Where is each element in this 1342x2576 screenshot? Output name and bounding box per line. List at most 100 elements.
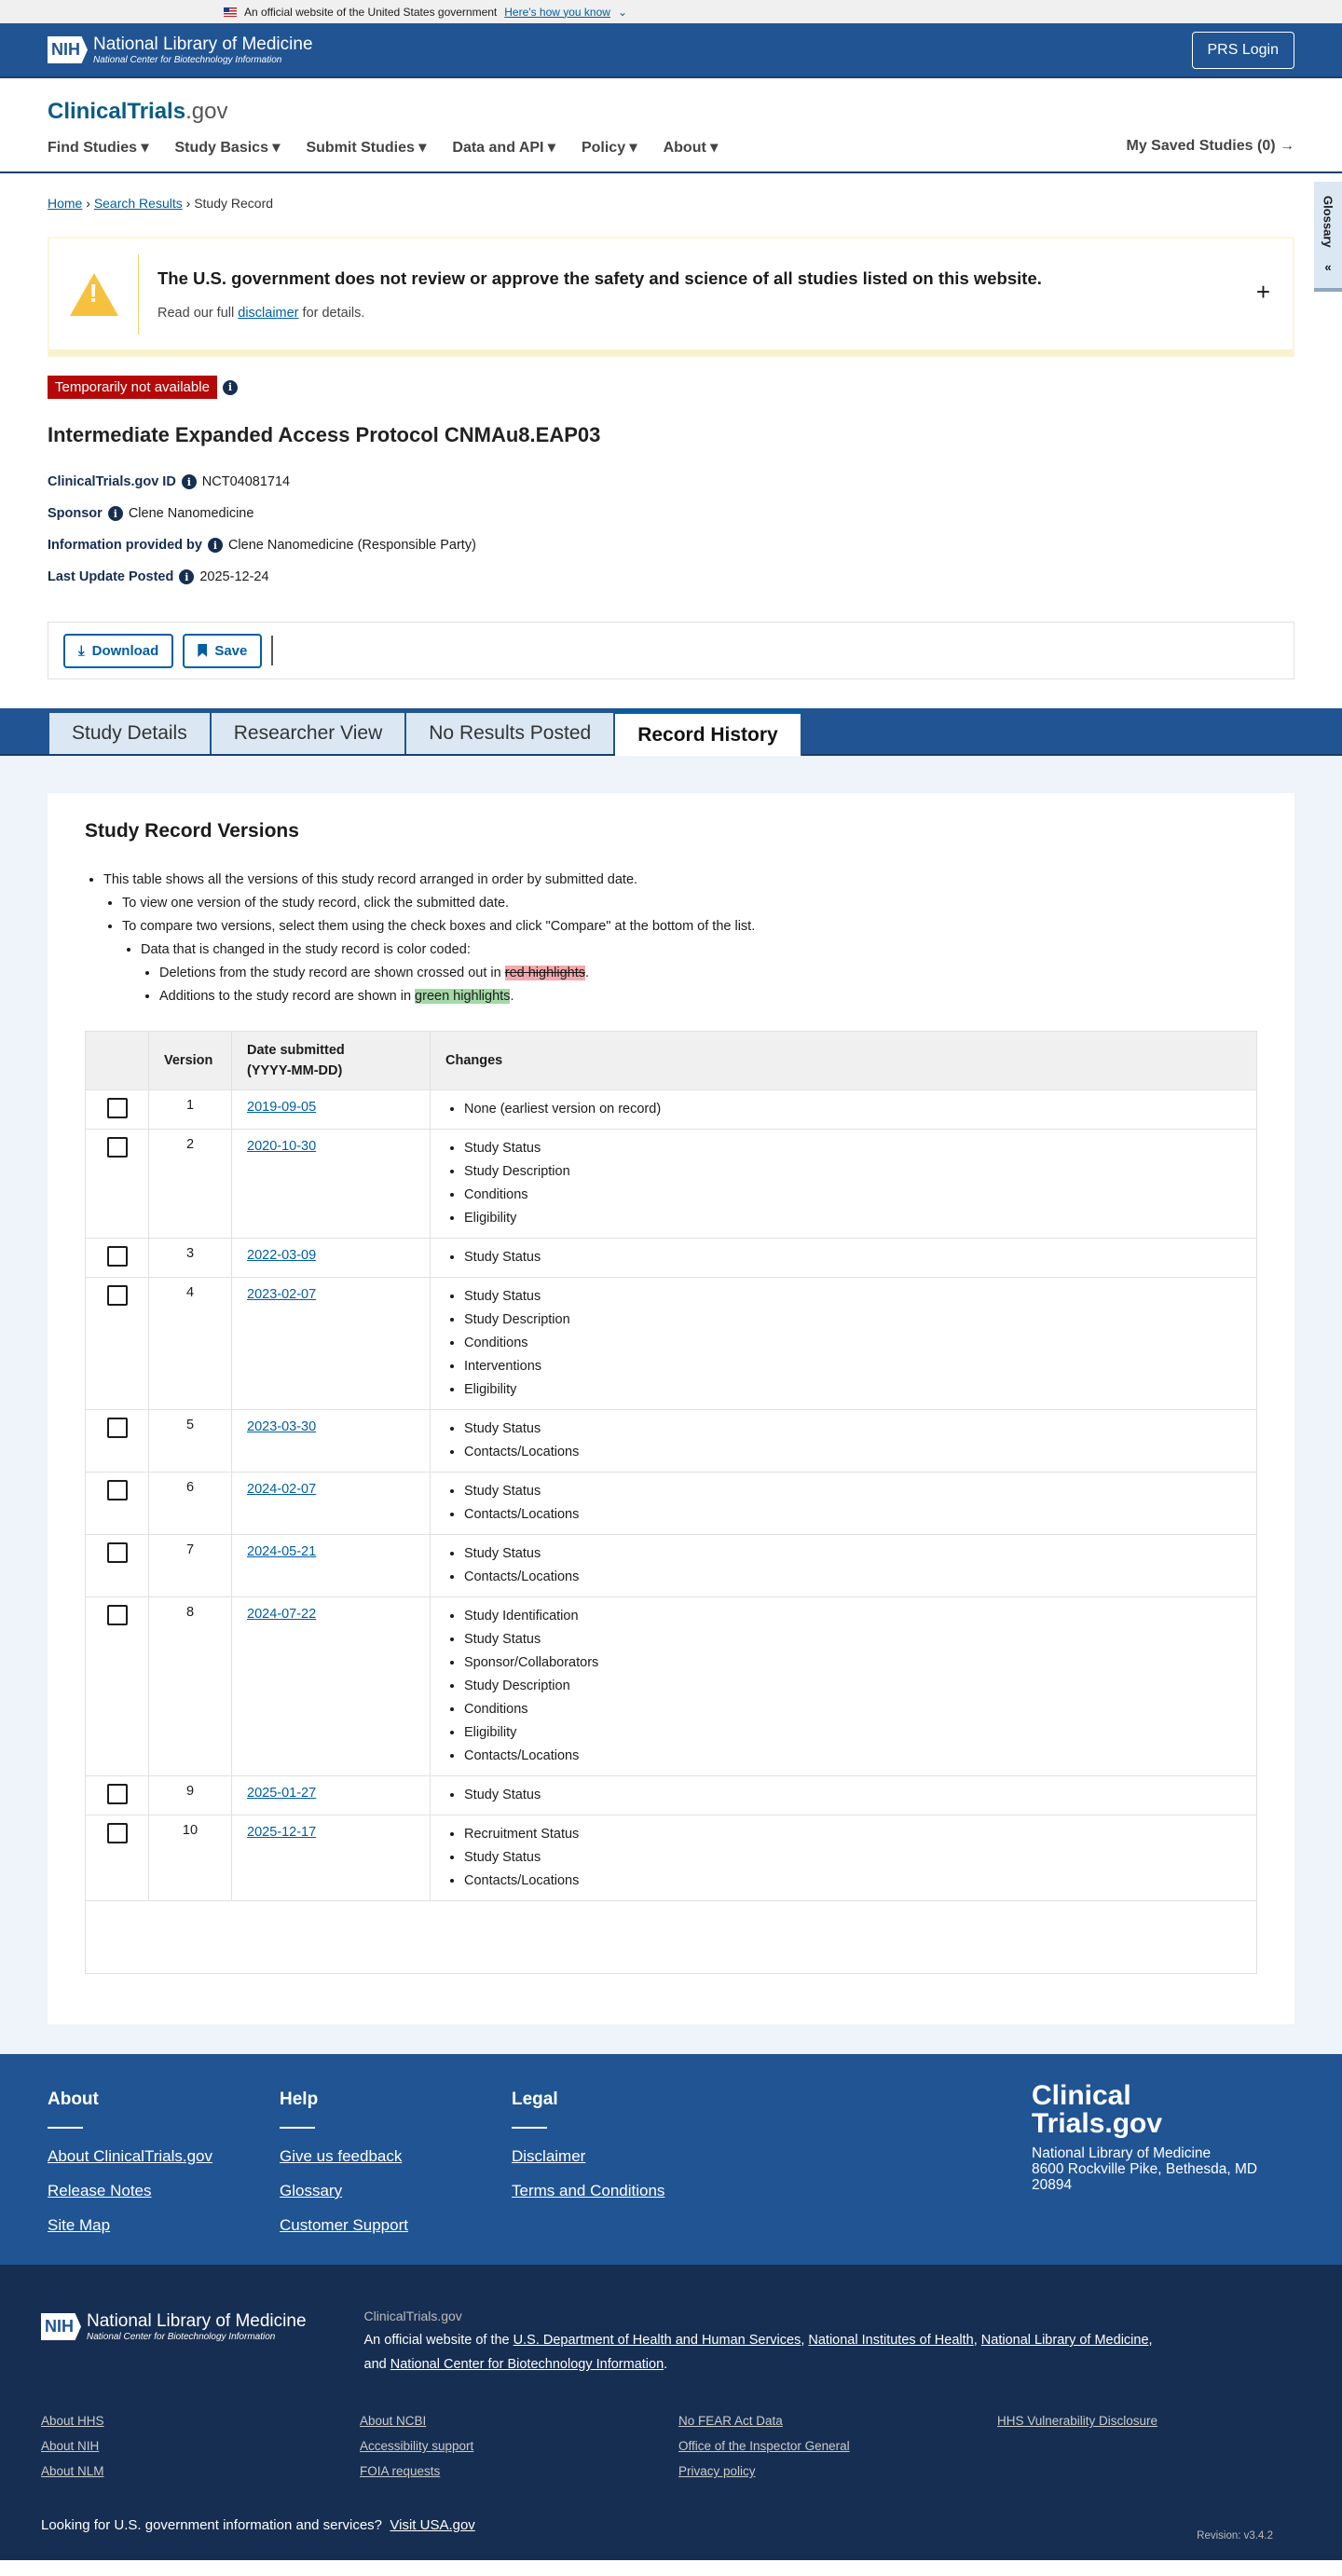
version-checkbox[interactable] xyxy=(106,1542,128,1563)
footer-link[interactable]: About NIH xyxy=(41,2439,360,2453)
footer-link[interactable]: Site Map xyxy=(48,2216,280,2235)
version-date-link[interactable]: 2022-03-09 xyxy=(247,1248,316,1263)
footer-link[interactable]: FOIA requests xyxy=(360,2464,678,2478)
usa-gov-link[interactable]: Visit USA.gov xyxy=(390,2517,474,2533)
version-checkbox[interactable] xyxy=(106,1480,128,1500)
gov-banner-text: An official website of the United States… xyxy=(244,5,498,19)
nlm-link[interactable]: National Library of Medicine xyxy=(981,2333,1149,2348)
version-date-link[interactable]: 2024-02-07 xyxy=(247,1482,316,1497)
nav-policy[interactable]: Policy ▾ xyxy=(582,138,637,157)
tab-record-history[interactable]: Record History xyxy=(615,709,802,756)
hhs-link[interactable]: U.S. Department of Health and Human Serv… xyxy=(514,2333,801,2348)
footer-link[interactable]: About NLM xyxy=(41,2464,360,2478)
footer-link[interactable]: Give us feedback xyxy=(280,2147,512,2166)
version-checkbox[interactable] xyxy=(106,1137,128,1158)
breadcrumb-search-results[interactable]: Search Results xyxy=(94,196,183,211)
nav-find-studies[interactable]: Find Studies ▾ xyxy=(48,138,148,157)
version-column-header: Version xyxy=(148,1031,232,1090)
nav-about[interactable]: About ▾ xyxy=(664,138,719,157)
footer-link[interactable]: Disclaimer xyxy=(512,2147,744,2166)
version-number: 10 xyxy=(148,1815,232,1901)
version-checkbox[interactable] xyxy=(106,1418,128,1438)
instruction-item: Data that is changed in the study record… xyxy=(141,939,1257,962)
footer-link[interactable]: Customer Support xyxy=(280,2216,512,2235)
info-icon[interactable]: i xyxy=(179,569,195,584)
version-date-link[interactable]: 2024-05-21 xyxy=(247,1544,316,1559)
study-meta: ClinicalTrials.gov ID i NCT04081714 Sponso… xyxy=(48,466,1294,593)
disclaimer-link[interactable]: disclaimer xyxy=(238,306,298,321)
version-date-link[interactable]: 2025-12-17 xyxy=(247,1825,316,1840)
nlm-logo[interactable]: NIH National Library of Medicine National… xyxy=(48,34,313,65)
table-row: 9 2025-01-27 Study Status xyxy=(85,1775,1257,1816)
footer-nlm-logo[interactable]: NIH National Library of Medicine National… xyxy=(41,2311,307,2342)
info-icon[interactable]: i xyxy=(107,506,123,521)
footer-link[interactable]: About NCBI xyxy=(360,2414,678,2428)
how-you-know-link[interactable]: Here's how you know xyxy=(504,6,610,19)
change-item: Study Status xyxy=(464,1628,1241,1651)
version-checkbox[interactable] xyxy=(106,1246,128,1267)
footer-link[interactable]: Accessibility support xyxy=(360,2439,678,2453)
footer-link[interactable]: Office of the Inspector General xyxy=(678,2439,997,2453)
breadcrumb-home[interactable]: Home xyxy=(48,196,82,211)
my-saved-studies-link[interactable]: My Saved Studies (0) → xyxy=(1127,138,1295,157)
footer-link[interactable]: Terms and Conditions xyxy=(512,2182,744,2200)
table-row: 10 2025-12-17 Recruitment StatusStudy Stat… xyxy=(85,1815,1257,1901)
info-icon[interactable]: i xyxy=(222,379,238,395)
official-website-text: ClinicalTrials.gov An official website o… xyxy=(363,2309,1153,2372)
info-icon[interactable]: i xyxy=(207,538,223,553)
footer-link[interactable]: No FEAR Act Data xyxy=(678,2414,997,2428)
study-tabs: Study Details Researcher View No Results… xyxy=(0,708,1342,756)
version-checkbox[interactable] xyxy=(106,1285,128,1306)
clinicaltrials-logo[interactable]: ClinicalTrials.gov xyxy=(48,99,227,125)
version-number: 6 xyxy=(148,1472,232,1535)
footer-link[interactable]: Glossary xyxy=(280,2182,512,2200)
change-item: Study Identification xyxy=(464,1605,1241,1628)
info-icon[interactable]: i xyxy=(181,474,197,489)
disclaimer-alert: The U.S. government does not review or a… xyxy=(48,237,1294,357)
nav-submit-studies[interactable]: Submit Studies ▾ xyxy=(306,138,426,157)
version-checkbox[interactable] xyxy=(106,1605,128,1625)
version-date-link[interactable]: 2023-02-07 xyxy=(247,1287,316,1302)
tab-researcher-view[interactable]: Researcher View xyxy=(211,713,407,754)
nav-data-api[interactable]: Data and API ▾ xyxy=(452,138,555,157)
footer-link[interactable]: About HHS xyxy=(41,2414,360,2428)
prs-login-button[interactable]: PRS Login xyxy=(1191,31,1294,69)
instruction-item: Additions to the study record are shown … xyxy=(159,985,1257,1008)
footer-link[interactable]: About ClinicalTrials.gov xyxy=(48,2147,280,2166)
nav-study-basics[interactable]: Study Basics ▾ xyxy=(174,138,280,157)
expand-plus-icon[interactable]: + xyxy=(1256,278,1270,307)
table-row: 8 2024-07-22 Study IdentificationStudy Sta… xyxy=(85,1596,1257,1776)
download-button[interactable]: ⤓ Download xyxy=(63,633,174,668)
version-checkbox[interactable] xyxy=(106,1784,128,1804)
version-date-link[interactable]: 2023-03-30 xyxy=(247,1419,316,1434)
footer-link[interactable]: Release Notes xyxy=(48,2182,280,2200)
version-date-link[interactable]: 2025-01-27 xyxy=(247,1786,316,1801)
glossary-toggle[interactable]: Glossary « xyxy=(1314,182,1342,292)
footer-link[interactable]: HHS Vulnerability Disclosure xyxy=(997,2414,1301,2428)
change-item: Sponsor/Collaborators xyxy=(464,1651,1241,1675)
change-item: Eligibility xyxy=(464,1207,1241,1230)
site-header: ClinicalTrials.gov Find Studies ▾ Study … xyxy=(0,78,1342,173)
study-title: Intermediate Expanded Access Protocol CN… xyxy=(48,423,601,446)
nih-link[interactable]: National Institutes of Health xyxy=(808,2333,973,2348)
tab-no-results-posted[interactable]: No Results Posted xyxy=(406,713,616,754)
version-date-link[interactable]: 2024-07-22 xyxy=(247,1607,316,1622)
disclaimer-heading: The U.S. government does not review or a… xyxy=(157,267,1042,288)
version-number: 5 xyxy=(148,1409,232,1473)
bookmark-icon xyxy=(198,644,208,657)
footer-link[interactable]: Privacy policy xyxy=(678,2464,997,2478)
logo-suffix: .gov xyxy=(185,99,228,124)
ncbi-link[interactable]: National Center for Biotechnology Inform… xyxy=(390,2357,664,2372)
change-item: Eligibility xyxy=(464,1378,1241,1402)
version-checkbox[interactable] xyxy=(106,1098,128,1118)
status-badge: Temporarily not available xyxy=(48,376,217,399)
version-checkbox[interactable] xyxy=(106,1823,128,1843)
save-button[interactable]: Save xyxy=(183,633,263,668)
version-number: 4 xyxy=(148,1277,232,1410)
change-item: Recruitment Status xyxy=(464,1823,1241,1846)
footer-heading: About xyxy=(48,2090,99,2109)
footer-link xyxy=(997,2464,1301,2478)
version-date-link[interactable]: 2020-10-30 xyxy=(247,1139,316,1154)
version-date-link[interactable]: 2019-09-05 xyxy=(247,1100,316,1115)
tab-study-details[interactable]: Study Details xyxy=(49,713,212,754)
